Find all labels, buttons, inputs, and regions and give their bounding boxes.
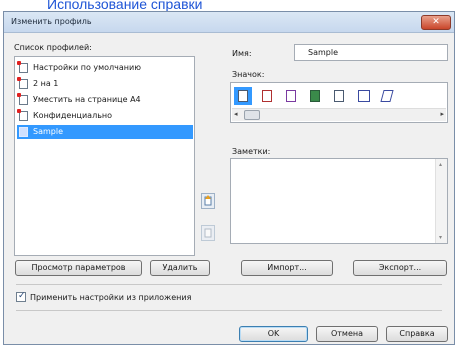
profile-item-label: 2 на 1 bbox=[33, 79, 59, 88]
icon-option[interactable] bbox=[282, 87, 300, 105]
booklet-icon bbox=[358, 90, 370, 102]
view-settings-button[interactable]: Просмотр параметров bbox=[15, 260, 142, 276]
ok-button[interactable]: OK bbox=[239, 326, 308, 342]
scrollbar-thumb[interactable] bbox=[244, 110, 260, 120]
icon-option[interactable] bbox=[354, 87, 372, 105]
profile-item-selected[interactable]: Sample bbox=[17, 125, 193, 139]
remove-from-list-button[interactable] bbox=[201, 225, 215, 241]
profile-item-label: Sample bbox=[33, 127, 63, 136]
title-bar: Изменить профиль ✕ bbox=[4, 12, 454, 33]
divider bbox=[16, 284, 442, 285]
scroll-down-icon[interactable]: ▾ bbox=[439, 234, 442, 241]
profile-item[interactable]: Уместить на странице A4 bbox=[17, 93, 193, 107]
document-icon bbox=[238, 90, 248, 102]
icon-option[interactable] bbox=[330, 87, 348, 105]
scroll-left-icon[interactable]: ◂ bbox=[234, 110, 238, 118]
modified-marker-icon bbox=[17, 93, 21, 97]
name-field-value: Sample bbox=[308, 48, 338, 57]
modified-marker-icon bbox=[17, 77, 21, 81]
profile-list-label: Список профилей: bbox=[14, 43, 92, 52]
icon-label: Значок: bbox=[232, 70, 265, 79]
cancel-button[interactable]: Отмена bbox=[316, 326, 378, 342]
apply-from-app-checkbox[interactable]: ✓ bbox=[16, 291, 26, 302]
delete-button[interactable]: Удалить bbox=[150, 260, 210, 276]
notes-label: Заметки: bbox=[232, 147, 271, 156]
modified-marker-icon bbox=[17, 61, 21, 65]
document-icon bbox=[380, 90, 394, 102]
document-icon bbox=[286, 90, 296, 102]
profile-item-label: Конфиденциально bbox=[33, 111, 113, 120]
notes-scrollbar[interactable]: ▴ ▾ bbox=[435, 159, 447, 243]
profile-item[interactable]: Настройки по умолчанию bbox=[17, 61, 193, 75]
profile-item[interactable]: 2 на 1 bbox=[17, 77, 193, 91]
profile-item-label: Уместить на странице A4 bbox=[33, 95, 141, 104]
apply-from-app-label: Применить настройки из приложения bbox=[30, 293, 192, 302]
icon-picker[interactable]: ◂ ▸ bbox=[230, 82, 448, 123]
close-button[interactable]: ✕ bbox=[421, 15, 451, 30]
export-button[interactable]: Экспорт... bbox=[353, 260, 447, 276]
document-icon bbox=[262, 90, 272, 102]
icon-option[interactable] bbox=[258, 87, 276, 105]
icon-option[interactable] bbox=[378, 87, 396, 105]
icon-option-selected[interactable] bbox=[234, 87, 252, 105]
document-icon bbox=[334, 90, 344, 102]
checkmark-icon: ✓ bbox=[18, 291, 26, 301]
import-button[interactable]: Импорт... bbox=[241, 260, 333, 276]
dialog-title: Изменить профиль bbox=[11, 17, 92, 26]
document-icon bbox=[19, 127, 28, 137]
scroll-up-icon[interactable]: ▴ bbox=[439, 161, 442, 168]
arrow-down-icon bbox=[204, 228, 212, 238]
modified-marker-icon bbox=[17, 109, 21, 113]
arrow-up-icon bbox=[204, 195, 212, 206]
profile-item[interactable]: Конфиденциально bbox=[17, 109, 193, 123]
scroll-right-icon[interactable]: ▸ bbox=[440, 110, 444, 118]
icon-option[interactable] bbox=[306, 87, 324, 105]
divider bbox=[16, 310, 442, 311]
profile-list[interactable]: Настройки по умолчанию 2 на 1 Уместить н… bbox=[14, 56, 195, 256]
help-button[interactable]: Справка bbox=[386, 326, 448, 342]
notes-textarea[interactable]: ▴ ▾ bbox=[230, 158, 448, 244]
name-label: Имя: bbox=[232, 49, 252, 58]
name-field[interactable]: Sample bbox=[294, 44, 448, 61]
picture-icon bbox=[310, 90, 320, 102]
profile-item-label: Настройки по умолчанию bbox=[33, 63, 141, 72]
edit-profile-dialog: Изменить профиль ✕ Список профилей: Наст… bbox=[3, 11, 455, 345]
icon-picker-scrollbar[interactable]: ◂ ▸ bbox=[232, 108, 446, 121]
add-to-list-button[interactable] bbox=[201, 193, 215, 209]
